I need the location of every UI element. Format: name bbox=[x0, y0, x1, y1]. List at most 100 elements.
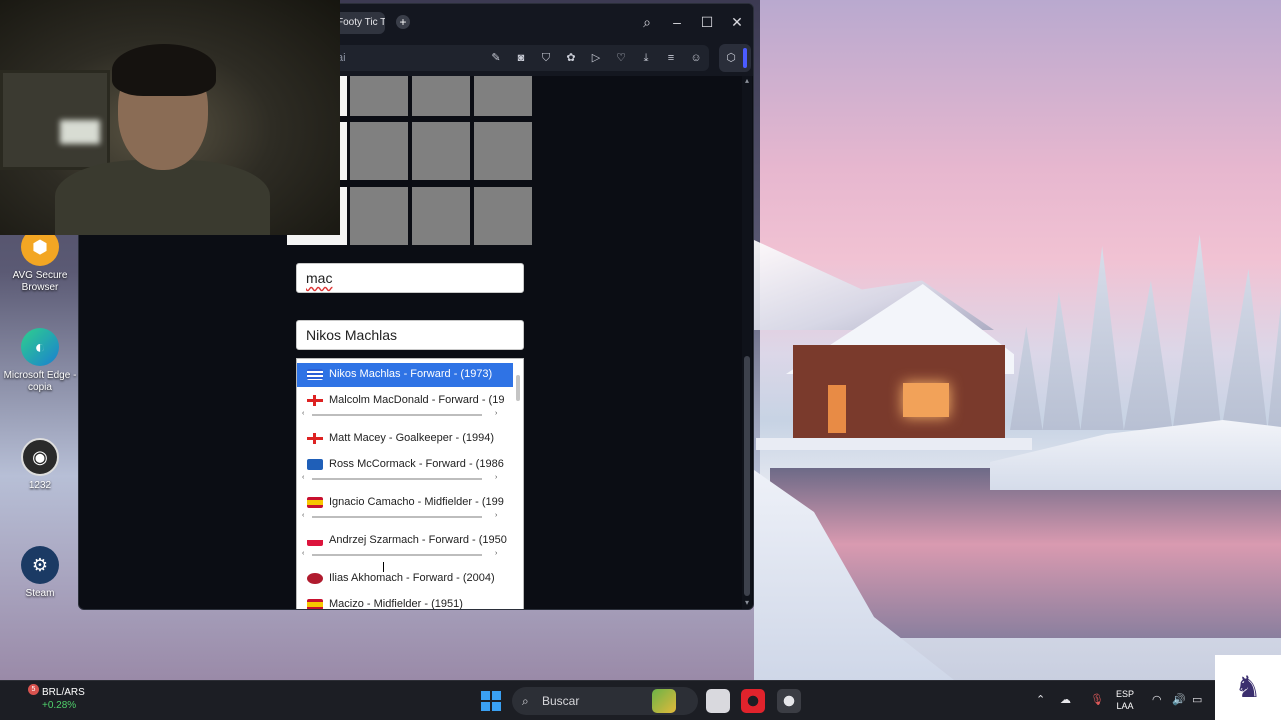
england-flag-icon bbox=[307, 395, 323, 406]
list-item-label: Macizo - Midfielder - (1951) bbox=[329, 598, 463, 610]
cube-icon[interactable]: ⬡ bbox=[724, 51, 738, 65]
minimize-icon[interactable]: – bbox=[667, 12, 687, 32]
webcam-person-body bbox=[55, 160, 270, 235]
battery-icon[interactable]: ▭ bbox=[1192, 693, 1202, 706]
spain-flag-icon bbox=[307, 599, 323, 609]
dropdown-scrollbar[interactable] bbox=[515, 361, 521, 607]
scroll-thumb[interactable] bbox=[516, 375, 520, 401]
language-code: ESP bbox=[1116, 689, 1135, 699]
language-indicator[interactable]: ESP LAA bbox=[1116, 688, 1134, 712]
desktop-icon-label: Steam bbox=[25, 588, 55, 599]
channel-logo-icon: ♞ bbox=[1215, 655, 1281, 720]
player-select[interactable]: Nikos Machlas bbox=[296, 320, 524, 350]
notification-badge: 5 bbox=[28, 684, 39, 695]
tray-overflow-icon[interactable]: ⌃ bbox=[1036, 693, 1045, 706]
webcam-person-hair bbox=[112, 44, 216, 96]
wallpaper-cabin bbox=[793, 345, 1005, 445]
obs-icon: ◉ bbox=[21, 438, 59, 476]
list-item[interactable]: Macizo - Midfielder - (1951) bbox=[297, 593, 513, 610]
wifi-icon[interactable]: ◠ bbox=[1152, 693, 1162, 706]
grid-cell[interactable] bbox=[350, 187, 408, 245]
close-icon[interactable]: ✕ bbox=[727, 12, 747, 32]
edge-icon: ◐ bbox=[21, 328, 59, 366]
webcam-overlay bbox=[0, 0, 340, 235]
list-item-label: Ross McCormack - Forward - (1986 bbox=[329, 458, 504, 470]
page-scrollbar[interactable]: ▴ ▾ bbox=[742, 76, 752, 609]
horizontal-scrollbar[interactable]: ‹ › bbox=[302, 474, 502, 484]
desktop-icon-label: Microsoft Edge - copia bbox=[3, 370, 77, 393]
onedrive-icon[interactable]: ☁ bbox=[1060, 693, 1071, 706]
england-flag-icon bbox=[307, 433, 323, 444]
grid-cell[interactable] bbox=[474, 76, 532, 116]
grid-cell[interactable] bbox=[412, 76, 470, 116]
desktop-icon-avg-browser[interactable]: ⬢ AVG Secure Browser bbox=[2, 228, 78, 294]
file-explorer-icon[interactable] bbox=[706, 689, 730, 713]
list-item[interactable]: Ilias Akhomach - Forward - (2004) bbox=[297, 567, 513, 591]
volume-icon[interactable]: 🔊 bbox=[1172, 693, 1186, 706]
player-search-input[interactable]: mac bbox=[296, 263, 524, 293]
mouse-cursor bbox=[383, 562, 389, 572]
widgets-icon[interactable] bbox=[652, 689, 676, 713]
wallpaper-cabin-door bbox=[828, 385, 846, 433]
list-item-label: Nikos Machlas - Forward - (1973) bbox=[329, 368, 493, 380]
obs-taskbar-icon[interactable] bbox=[777, 689, 801, 713]
steam-icon: ⚙ bbox=[21, 546, 59, 584]
desktop-icon-steam[interactable]: ⚙ Steam bbox=[2, 546, 78, 600]
desktop-icon-obs[interactable]: ◉ 1232 bbox=[2, 438, 78, 492]
play-icon[interactable]: ▷ bbox=[589, 51, 603, 65]
stock-widget[interactable]: 5 BRL/ARS +0.28% bbox=[16, 684, 85, 712]
maximize-icon[interactable]: ☐ bbox=[697, 12, 717, 32]
scroll-thumb[interactable] bbox=[744, 356, 750, 596]
list-item-label: Matt Macey - Goalkeeper - (1994) bbox=[329, 432, 495, 444]
grid-cell[interactable] bbox=[474, 122, 532, 180]
horizontal-scrollbar[interactable]: ‹ › bbox=[302, 410, 502, 420]
download-icon[interactable]: ⤓ bbox=[639, 51, 653, 65]
scroll-up-icon[interactable]: ▴ bbox=[742, 76, 752, 86]
webcam-background-light bbox=[60, 120, 100, 144]
scroll-down-icon[interactable]: ▾ bbox=[742, 598, 752, 608]
desktop-icon-label: 1232 bbox=[28, 480, 52, 491]
taskbar: 5 BRL/ARS +0.28% ⌕ Buscar ⌃ ☁ 🎙 ESP LAA … bbox=[0, 680, 1281, 720]
new-tab-button[interactable]: + bbox=[396, 15, 410, 29]
stock-change: +0.28% bbox=[42, 700, 77, 711]
list-item-label: Andrzej Szarmach - Forward - (1950 bbox=[329, 534, 507, 546]
shield-icon[interactable]: ⛉ bbox=[539, 51, 553, 65]
morocco-flag-icon bbox=[307, 573, 323, 584]
keyboard-layout: LAA bbox=[1116, 701, 1134, 711]
sidebar-indicator bbox=[743, 48, 747, 68]
grid-cell[interactable] bbox=[350, 122, 408, 180]
list-item[interactable]: Nikos Machlas - Forward - (1973) bbox=[297, 363, 513, 387]
desktop-icon-edge[interactable]: ◐ Microsoft Edge - copia bbox=[2, 328, 78, 394]
desktop-icon-label: AVG Secure Browser bbox=[12, 270, 68, 293]
search-label: Buscar bbox=[542, 694, 580, 708]
list-item-label: Malcolm MacDonald - Forward - (19 bbox=[329, 394, 505, 406]
greece-flag-icon bbox=[307, 369, 323, 380]
horizontal-scrollbar[interactable]: ‹ › bbox=[302, 550, 502, 560]
account-icon[interactable]: ☺ bbox=[689, 51, 703, 65]
list-item[interactable]: Matt Macey - Goalkeeper - (1994) bbox=[297, 427, 513, 451]
wallpaper-deck bbox=[756, 438, 1032, 450]
grid-cell[interactable] bbox=[350, 76, 408, 116]
edit-icon[interactable]: ✎ bbox=[489, 51, 503, 65]
extensions-icon[interactable]: ✿ bbox=[564, 51, 578, 65]
list-item-label: Ilias Akhomach - Forward - (2004) bbox=[329, 572, 495, 584]
stock-name: BRL/ARS bbox=[42, 687, 85, 698]
list-item-label: Ignacio Camacho - Midfielder - (199 bbox=[329, 496, 504, 508]
search-tabs-icon[interactable]: ⌕ bbox=[637, 12, 657, 32]
search-icon: ⌕ bbox=[522, 694, 529, 708]
camera-icon[interactable]: ◙ bbox=[514, 51, 528, 65]
start-button[interactable] bbox=[481, 691, 501, 711]
spain-flag-icon bbox=[307, 497, 323, 508]
menu-icon[interactable]: ≡ bbox=[664, 51, 678, 65]
heart-icon[interactable]: ♡ bbox=[614, 51, 628, 65]
grid-cell[interactable] bbox=[474, 187, 532, 245]
grid-cell[interactable] bbox=[412, 122, 470, 180]
poland-flag-icon bbox=[307, 535, 323, 546]
microphone-icon[interactable]: 🎙 bbox=[1090, 693, 1104, 706]
opera-gx-icon[interactable] bbox=[741, 689, 765, 713]
scotland-flag-icon bbox=[307, 459, 323, 470]
player-dropdown[interactable]: Nikos Machlas - Forward - (1973) Malcolm… bbox=[296, 358, 524, 610]
horizontal-scrollbar[interactable]: ‹ › bbox=[302, 512, 502, 522]
wallpaper-cabin-window bbox=[903, 383, 949, 417]
grid-cell[interactable] bbox=[412, 187, 470, 245]
